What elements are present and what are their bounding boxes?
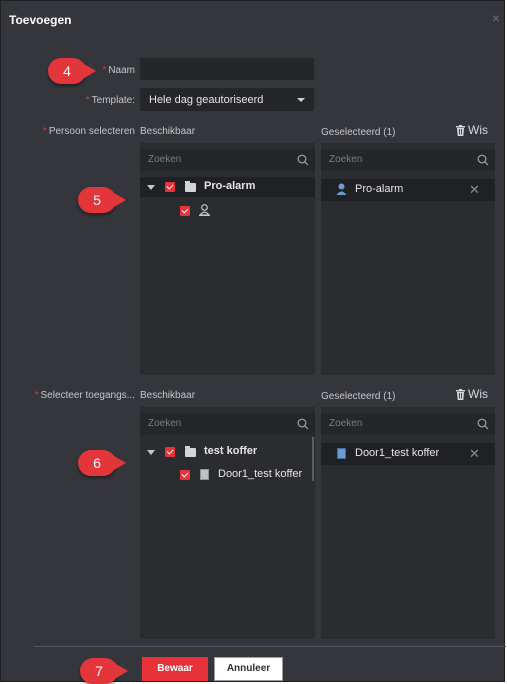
door-icon (200, 469, 209, 480)
person-clear-label: Wis (468, 123, 488, 137)
callout-badge: 5 (78, 187, 126, 213)
close-icon[interactable]: × (492, 11, 500, 25)
access-selected-panel: Zoeken Door1_test koffer ✕ (321, 407, 495, 639)
expand-arrow-icon[interactable] (147, 185, 155, 190)
trash-icon (456, 125, 465, 136)
chevron-down-icon (297, 98, 305, 102)
dialog-title: Toevoegen (9, 13, 72, 27)
access-available-panel: Zoeken test koffer Door1_test koffer (140, 407, 315, 639)
person-selected-header: Geselecteerd (1) (321, 127, 396, 138)
tree-node-person[interactable] (140, 201, 315, 221)
access-selected-search[interactable]: Zoeken (321, 413, 495, 435)
cancel-button[interactable]: Annuleer (214, 657, 283, 681)
selected-item-label: Pro-alarm (355, 183, 404, 195)
scrollbar[interactable] (312, 437, 314, 481)
access-available-header: Beschikbaar (140, 390, 196, 401)
access-select-label-text: Selecteer toegangs... (40, 390, 135, 401)
callout-badge: 6 (78, 450, 126, 476)
access-available-search[interactable]: Zoeken (140, 413, 315, 435)
search-placeholder: Zoeken (148, 418, 182, 429)
checkbox-checked[interactable] (165, 447, 175, 457)
add-dialog: Toevoegen × * Naam * Template: Hele dag ge… (0, 0, 506, 684)
access-clear-button[interactable]: Wis (456, 387, 488, 401)
person-select-label: * Persoon selecteren (42, 126, 135, 137)
person-selected-panel: Zoeken Pro-alarm ✕ (321, 143, 495, 375)
person-icon (199, 204, 210, 216)
search-icon[interactable] (477, 154, 489, 166)
tree-node-label: Door1_test koffer (218, 468, 303, 480)
tree-node-label: test koffer (204, 445, 258, 457)
folder-icon (185, 446, 196, 457)
callout-badge: 4 (48, 58, 96, 84)
access-selected-header: Geselecteerd (1) (321, 391, 396, 402)
access-select-label: * Selecteer toegangs... (34, 390, 135, 401)
folder-icon (185, 181, 196, 192)
template-select-value: Hele dag geautoriseerd (149, 94, 264, 106)
search-icon[interactable] (297, 418, 309, 430)
person-select-label-text: Persoon selecteren (48, 126, 135, 137)
template-label-text: Template: (91, 95, 135, 106)
tree-node-door1[interactable]: Door1_test koffer (140, 465, 310, 485)
template-select[interactable]: Hele dag geautoriseerd (140, 88, 314, 111)
door-icon (337, 448, 346, 459)
tree-node-label: Pro-alarm (204, 180, 256, 192)
save-button[interactable]: Bewaar (142, 657, 208, 681)
search-icon[interactable] (477, 418, 489, 430)
search-placeholder: Zoeken (329, 418, 363, 429)
remove-close-icon[interactable]: ✕ (469, 183, 480, 196)
person-available-panel: Zoeken Pro-alarm (140, 143, 315, 375)
person-icon (336, 183, 347, 195)
name-label-text: Naam (108, 65, 135, 76)
template-label: * Template: (85, 95, 135, 106)
person-selected-search[interactable]: Zoeken (321, 149, 495, 171)
tree-node-test-koffer[interactable]: test koffer (140, 442, 310, 462)
trash-icon (456, 389, 465, 400)
checkbox-checked[interactable] (165, 182, 175, 192)
selected-item-label: Door1_test koffer (355, 447, 440, 459)
expand-arrow-icon[interactable] (147, 450, 155, 455)
selected-item-pro-alarm[interactable]: Pro-alarm ✕ (321, 179, 495, 201)
checkbox-checked[interactable] (180, 206, 190, 216)
callout-badge: 7 (80, 658, 128, 684)
checkbox-checked[interactable] (180, 470, 190, 480)
search-placeholder: Zoeken (148, 154, 182, 165)
tree-node-pro-alarm[interactable]: Pro-alarm (140, 177, 315, 197)
name-input[interactable] (140, 58, 314, 80)
footer-divider (34, 646, 506, 647)
access-clear-label: Wis (468, 387, 488, 401)
remove-close-icon[interactable]: ✕ (469, 447, 480, 460)
person-clear-button[interactable]: Wis (456, 123, 488, 137)
search-icon[interactable] (297, 154, 309, 166)
search-placeholder: Zoeken (329, 154, 363, 165)
person-available-header: Beschikbaar (140, 126, 196, 137)
selected-item-door1[interactable]: Door1_test koffer ✕ (321, 443, 495, 465)
person-available-search[interactable]: Zoeken (140, 149, 315, 171)
